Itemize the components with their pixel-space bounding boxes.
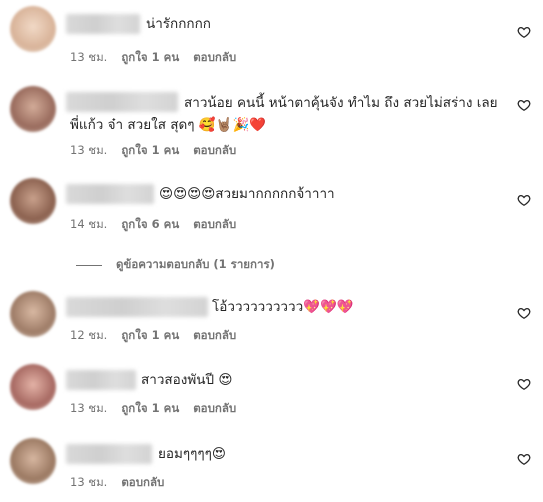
like-heart-icon[interactable] [517, 25, 531, 39]
reply-button[interactable]: ตอบกลับ [193, 217, 236, 231]
comment-text: น่ารักกกกก [146, 16, 211, 32]
likes-count[interactable]: ถูกใจ 1 คน [121, 50, 179, 64]
view-replies-label: ดูข้อความตอบกลับ (1 รายการ) [116, 257, 275, 271]
comment-time: 13 ชม. [70, 143, 108, 157]
reply-button[interactable]: ตอบกลับ [193, 401, 236, 415]
avatar[interactable] [10, 6, 56, 52]
like-heart-icon[interactable] [517, 377, 531, 391]
avatar[interactable] [10, 364, 56, 410]
comment-text: สาวน้อย คนนี้ หน้าตาคุ้นจัง ทำไม ถึง สวย… [70, 95, 498, 133]
avatar[interactable] [10, 86, 56, 132]
comment-meta: 13 ชม. ตอบกลับ [70, 474, 178, 492]
likes-count[interactable]: ถูกใจ 1 คน [121, 401, 179, 415]
username-blurred[interactable] [66, 370, 136, 390]
comment-text: ยอมๆๆๆๆ😍 [158, 446, 226, 462]
like-heart-icon[interactable] [517, 193, 531, 207]
like-heart-icon[interactable] [517, 306, 531, 320]
like-heart-icon[interactable] [517, 452, 531, 466]
comment-time: 13 ชม. [70, 401, 108, 415]
comment-text: โอ้วววววววววว💖💖💖 [212, 299, 354, 315]
comment-time: 13 ชม. [70, 50, 108, 64]
avatar[interactable] [10, 291, 56, 337]
reply-button[interactable]: ตอบกลับ [193, 50, 236, 64]
comment-text: สาวสองพันปี 😍 [141, 372, 233, 388]
comment-meta: 13 ชม. ถูกใจ 1 คน ตอบกลับ [70, 142, 250, 160]
username-blurred[interactable] [66, 14, 140, 34]
comment-meta: 13 ชม. ถูกใจ 1 คน ตอบกลับ [70, 400, 250, 418]
comment-text: 😍😍😍😍สวยมากกกกกจ้าาาา [159, 186, 335, 202]
comment-meta: 14 ชม. ถูกใจ 6 คน ตอบกลับ [70, 216, 250, 234]
username-blurred[interactable] [66, 297, 208, 317]
username-blurred[interactable] [66, 184, 154, 204]
comment-meta: 13 ชม. ถูกใจ 1 คน ตอบกลับ [70, 49, 250, 67]
likes-count[interactable]: ถูกใจ 1 คน [121, 143, 179, 157]
likes-count[interactable]: ถูกใจ 1 คน [121, 328, 179, 342]
avatar[interactable] [10, 178, 56, 224]
comment-time: 12 ชม. [70, 328, 108, 342]
replies-divider [76, 264, 102, 266]
reply-button[interactable]: ตอบกลับ [121, 475, 164, 489]
reply-button[interactable]: ตอบกลับ [193, 328, 236, 342]
likes-count[interactable]: ถูกใจ 6 คน [121, 217, 179, 231]
comment-meta: 12 ชม. ถูกใจ 1 คน ตอบกลับ [70, 327, 250, 345]
comment-time: 14 ชม. [70, 217, 108, 231]
avatar[interactable] [10, 438, 56, 484]
username-blurred[interactable] [66, 444, 152, 464]
comment-time: 13 ชม. [70, 475, 108, 489]
like-heart-icon[interactable] [517, 98, 531, 112]
view-replies-button[interactable]: ดูข้อความตอบกลับ (1 รายการ) [76, 256, 275, 274]
reply-button[interactable]: ตอบกลับ [193, 143, 236, 157]
